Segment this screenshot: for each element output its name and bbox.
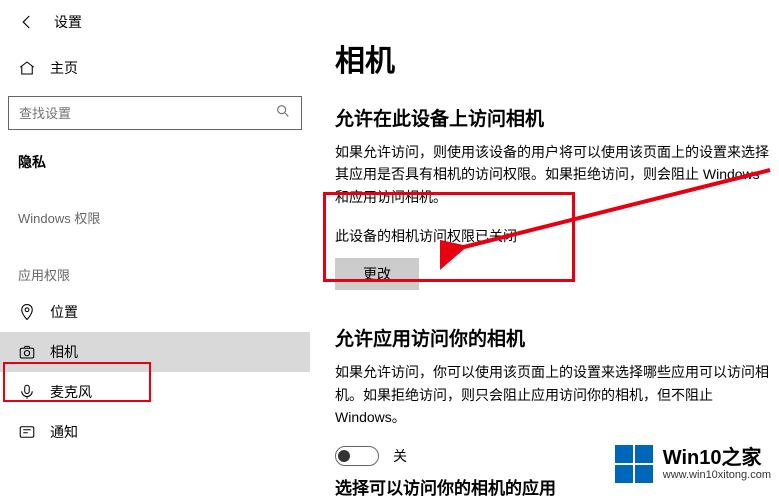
sidebar-item-label: 相机 [50,342,78,362]
home-row[interactable]: 主页 [0,50,310,86]
sidebar-item-label: 通知 [50,422,78,442]
section1-desc: 如果允许访问，则使用该设备的用户将可以使用该页面上的设置来选择其应用是否具有相机… [335,141,775,208]
group-app-perm: 应用权限 [0,235,310,292]
window-title: 设置 [54,12,82,32]
back-icon[interactable] [18,13,36,31]
sidebar-item-camera[interactable]: 相机 [0,332,310,372]
sidebar-item-microphone[interactable]: 麦克风 [0,372,310,412]
sidebar-item-location[interactable]: 位置 [0,292,310,332]
change-button[interactable]: 更改 [335,258,419,290]
category-title: 隐私 [0,130,310,178]
search-icon [275,103,291,124]
section2-desc: 如果允许访问，你可以使用该页面上的设置来选择哪些应用可以访问相机。如果拒绝访问，… [335,361,775,428]
search-input[interactable] [19,106,275,121]
sidebar-item-label: 麦克风 [50,382,92,402]
group-windows-perm: Windows 权限 [0,178,310,235]
home-icon [18,59,36,77]
home-label: 主页 [50,58,78,78]
microphone-icon [18,383,36,401]
search-box[interactable] [8,96,302,130]
watermark: Win10之家 www.win10xitong.com [615,444,771,484]
windows-logo-icon [615,444,655,484]
sidebar-item-label: 位置 [50,302,78,322]
watermark-brand: Win10之家 [663,447,771,469]
notification-icon [18,423,36,441]
sidebar-item-notifications[interactable]: 通知 [0,412,310,452]
cutoff-section-title: 选择可以访问你的相机的应用 [335,474,556,499]
watermark-url: www.win10xitong.com [663,469,771,481]
section1-title: 允许在此设备上访问相机 [335,104,775,131]
camera-access-status: 此设备的相机访问权限已关闭 [335,226,775,246]
location-icon [18,303,36,321]
camera-icon [18,343,36,361]
section2-title: 允许应用访问你的相机 [335,324,775,351]
toggle-track[interactable] [335,446,379,466]
page-title: 相机 [335,36,775,80]
toggle-label: 关 [393,446,407,466]
